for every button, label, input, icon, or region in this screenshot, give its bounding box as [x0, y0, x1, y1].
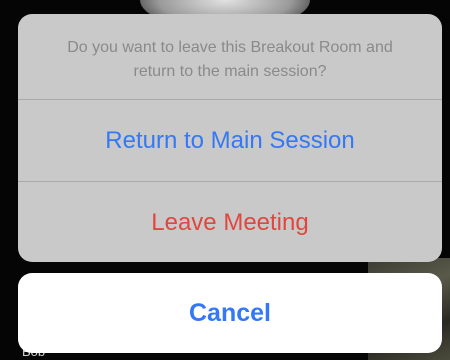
cancel-button[interactable]: Cancel — [18, 273, 442, 353]
action-sheet-message: Do you want to leave this Breakout Room … — [18, 14, 442, 100]
leave-meeting-button[interactable]: Leave Meeting — [18, 182, 442, 262]
leave-breakout-action-sheet: Do you want to leave this Breakout Room … — [18, 14, 442, 262]
return-to-main-session-button[interactable]: Return to Main Session — [18, 100, 442, 182]
meeting-screen: Bob Do you want to leave this Breakout R… — [0, 0, 450, 360]
